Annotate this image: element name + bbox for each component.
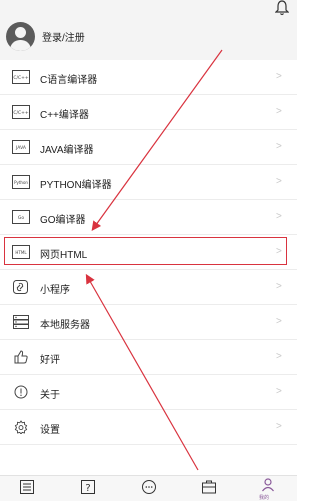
menu-item-label: GO编译器 [40,215,86,226]
chat-icon[interactable] [141,479,157,495]
menu-item-local-server[interactable]: 本地服务器 > [0,305,297,340]
help-icon[interactable]: ? [80,479,96,495]
menu-item-label: 设置 [40,425,60,436]
svg-text:HTML: HTML [15,250,27,255]
server-icon [13,315,29,329]
login-register-link[interactable]: 登录/注册 [42,29,85,44]
chevron-right-icon: > [276,421,282,432]
profile-header[interactable]: 登录/注册 [0,0,297,60]
menu-item-label: C语言编译器 [40,75,98,86]
html-file-icon: HTML [12,245,30,259]
c-file-icon: C/C++ [12,70,30,84]
info-icon [14,385,28,399]
avatar-head [15,27,26,38]
cpp-file-icon: C/C++ [12,105,30,119]
svg-text:C/C++: C/C++ [13,110,29,116]
menu-item-label: 本地服务器 [40,320,90,331]
avatar-body [10,40,31,51]
avatar[interactable] [6,22,35,51]
menu-item-label: JAVA编译器 [40,145,94,156]
svg-text:?: ? [85,483,90,494]
menu-item-rate[interactable]: 好评 > [0,340,297,375]
menu-item-label: 关于 [40,390,60,401]
chevron-right-icon: > [276,176,282,187]
menu-item-settings[interactable]: 设置 > [0,410,297,445]
svg-text:Go: Go [18,215,24,221]
menu-item-label: 网页HTML [40,250,88,261]
bell-icon[interactable] [275,0,289,16]
menu-item-java-compiler[interactable]: JAVA JAVA编译器 > [0,130,297,165]
java-file-icon: JAVA [12,140,30,154]
menu-item-python-compiler[interactable]: Python PYTHON编译器 > [0,165,297,200]
menu-item-label: PYTHON编译器 [40,180,112,191]
gear-icon [14,420,28,434]
profile-icon[interactable] [260,477,276,493]
chevron-right-icon: > [276,316,282,327]
menu-list: C/C++ C语言编译器 > C/C++ C++编译器 > JAVA JAVA编… [0,60,297,445]
chevron-right-icon: > [276,71,282,82]
menu-item-cpp-compiler[interactable]: C/C++ C++编译器 > [0,95,297,130]
chevron-right-icon: > [276,211,282,222]
menu-item-web-html[interactable]: HTML 网页HTML > [0,235,297,270]
menu-item-label: 好评 [40,355,60,366]
menu-item-about[interactable]: 关于 > [0,375,297,410]
menu-item-label: C++编译器 [40,110,89,121]
go-file-icon: Go [12,210,30,224]
menu-item-label: 小程序 [40,285,70,296]
thumbs-up-icon [14,350,28,364]
chevron-right-icon: > [276,106,282,117]
python-file-icon: Python [12,175,30,189]
link-icon [13,280,28,294]
sliders-icon[interactable] [19,479,35,495]
chevron-right-icon: > [276,246,282,257]
chevron-right-icon: > [276,386,282,397]
menu-item-c-compiler[interactable]: C/C++ C语言编译器 > [0,60,297,95]
svg-text:Python: Python [14,180,28,185]
chevron-right-icon: > [276,351,282,362]
svg-text:C/C++: C/C++ [13,75,29,81]
menu-item-mini-program[interactable]: 小程序 > [0,270,297,305]
briefcase-icon[interactable] [201,479,217,495]
chevron-right-icon: > [276,281,282,292]
chevron-right-icon: > [276,141,282,152]
menu-item-go-compiler[interactable]: Go GO编译器 > [0,200,297,235]
bottom-tab-bar: ? 我的 [0,475,297,501]
svg-text:JAVA: JAVA [15,145,27,151]
